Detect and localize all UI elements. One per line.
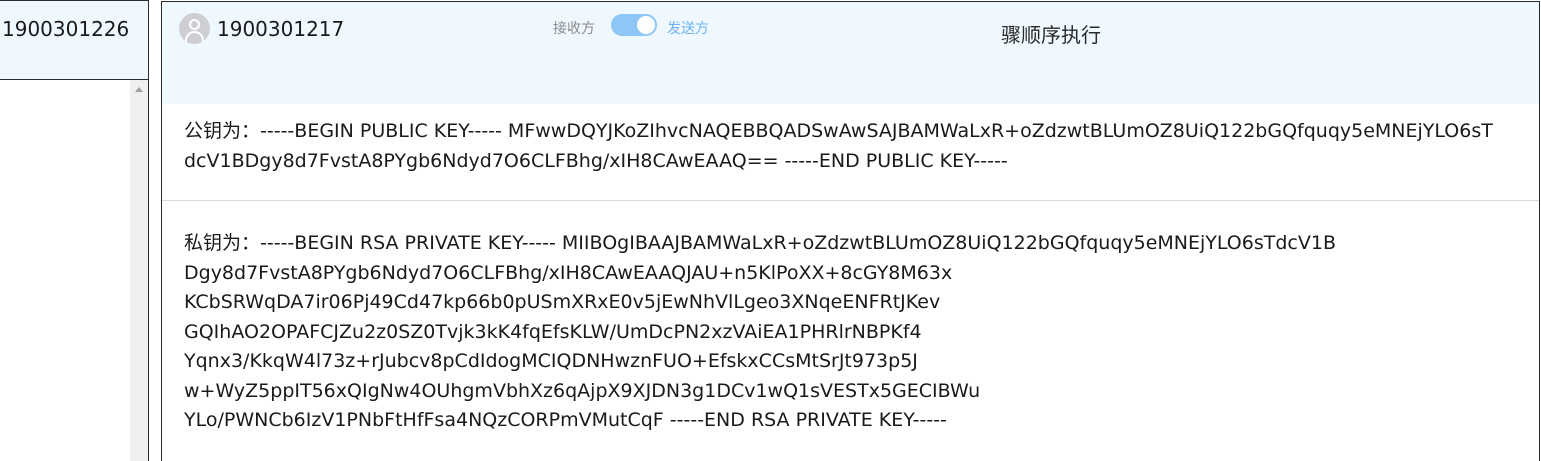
role-toggle-switch[interactable] <box>611 14 657 36</box>
private-key-line: Yqnx3/KkqW4l73z+rJubcv8pCdIdogMCIQDNHwzn… <box>184 350 918 372</box>
user-avatar-icon <box>179 13 210 44</box>
contact-list-item-selected[interactable]: 1900301226 <box>0 0 148 80</box>
conversation-panel: 1900301217 接收方 发送方 骤顺序执行 公钥为：-----BEGIN … <box>161 1 1540 461</box>
private-key-message: 私钥为：-----BEGIN RSA PRIVATE KEY----- MIIB… <box>184 229 1524 436</box>
private-key-line: w+WyZ5ppIT56xQIgNw4OUhgmVbhXz6qAjpX9XJDN… <box>184 379 981 402</box>
private-key-line: YLo/PWNCb6IzV1PNbFtHfFsa4NQzCORPmVMutCqF… <box>184 409 947 431</box>
contact-list-scrollbar[interactable] <box>130 80 148 461</box>
conversation-header: 1900301217 接收方 发送方 骤顺序执行 <box>162 2 1539 104</box>
toggle-knob <box>637 16 655 34</box>
avatar-body-shape <box>185 31 204 44</box>
private-key-line: Dgy8d7FvstA8PYgb6Ndyd7O6CLFBhg/xIH8CAwEA… <box>184 261 953 284</box>
receiver-label: 接收方 <box>553 21 595 37</box>
scroll-up-arrow-icon[interactable] <box>135 87 143 92</box>
public-key-message: 公钥为：-----BEGIN PUBLIC KEY----- MFwwDQYJK… <box>184 120 1493 172</box>
avatar-head-shape <box>189 19 200 30</box>
private-key-line: KCbSRWqDA7ir06Pj49Cd47kp66b0pUSmXRxE0v5j… <box>184 291 941 313</box>
conversation-contact-id: 1900301217 <box>217 17 345 41</box>
sender-label: 发送方 <box>667 21 709 37</box>
step-status-text: 骤顺序执行 <box>1001 23 1101 47</box>
contact-list-panel: 1900301226 <box>0 0 149 461</box>
private-key-line: 私钥为：-----BEGIN RSA PRIVATE KEY----- MIIB… <box>184 232 1336 254</box>
chat-window: 1900301226 1900301217 接收方 发送方 骤顺序执行 公钥为：… <box>0 0 1541 461</box>
private-key-line: GQIhAO2OPAFCJZu2z0SZ0Tvjk3kK4fqEfsKLW/Um… <box>184 320 922 343</box>
message-divider <box>162 200 1539 201</box>
contact-id: 1900301226 <box>2 17 130 41</box>
